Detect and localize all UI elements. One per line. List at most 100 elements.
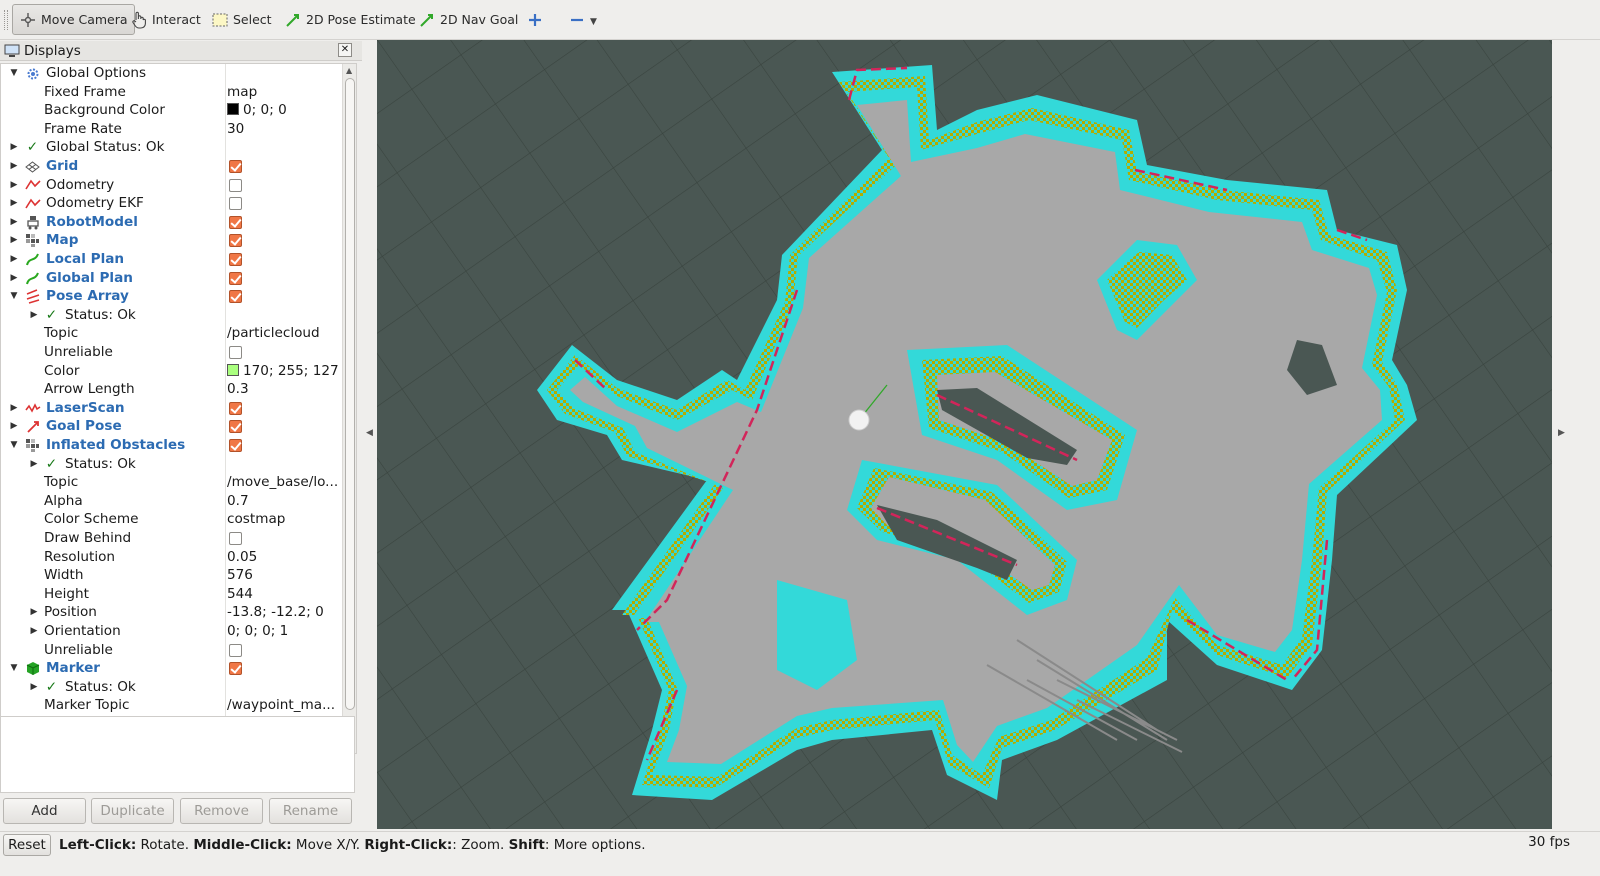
collapse-right-icon[interactable]: ▶ xyxy=(1558,428,1565,438)
tree-row-arrow-length[interactable]: Arrow Length 0.3 xyxy=(1,380,342,399)
expand-arrow-icon[interactable]: ▼ xyxy=(9,436,19,455)
row-value[interactable]: 30 xyxy=(227,120,342,139)
tree-row-grid[interactable]: ▶ Grid xyxy=(1,157,342,176)
duplicate-button[interactable]: Duplicate xyxy=(91,798,174,824)
tree-row-color-scheme[interactable]: Color Scheme costmap xyxy=(1,510,342,529)
grid-checkbox[interactable] xyxy=(229,160,242,173)
rename-button[interactable]: Rename xyxy=(269,798,352,824)
tree-row-orientation[interactable]: ▶ Orientation 0; 0; 0; 1 xyxy=(1,622,342,641)
marker-checkbox[interactable] xyxy=(229,662,242,676)
tree-row-alpha[interactable]: Alpha 0.7 xyxy=(1,492,342,511)
tree-row-inflated-status[interactable]: ▶ ✓ Status: Ok xyxy=(1,455,342,474)
tree-scrollbar[interactable]: ▲ ▼ xyxy=(342,64,356,753)
inflated-obstacles-checkbox[interactable] xyxy=(229,439,242,452)
robot-model-checkbox[interactable] xyxy=(229,215,242,229)
tree-row-marker-topic[interactable]: Marker Topic /waypoint_ma... xyxy=(1,696,342,715)
expand-arrow-icon[interactable]: ▶ xyxy=(9,269,19,288)
close-panel-button[interactable]: ✕ xyxy=(338,43,352,57)
tree-row-global-options[interactable]: ▼ Global Options xyxy=(1,64,342,83)
tree-row-width[interactable]: Width 576 xyxy=(1,566,342,585)
tree-row-resolution[interactable]: Resolution 0.05 xyxy=(1,548,342,567)
tree-row-local-plan[interactable]: ▶ Local Plan xyxy=(1,250,342,269)
tree-row-global-plan[interactable]: ▶ Global Plan xyxy=(1,269,342,288)
row-value[interactable]: /waypoint_ma... xyxy=(227,696,342,715)
expand-arrow-icon[interactable]: ▶ xyxy=(9,194,19,213)
remove-tool-dropdown[interactable]: ▼ xyxy=(562,4,603,35)
expand-arrow-icon[interactable]: ▶ xyxy=(9,213,19,232)
tree-row-pose-status[interactable]: ▶ ✓ Status: Ok xyxy=(1,306,342,325)
row-value[interactable]: map xyxy=(227,83,342,102)
tree-row-position[interactable]: ▶ Position -13.8; -12.2; 0 xyxy=(1,603,342,622)
tree-row-background-color[interactable]: Background Color 0; 0; 0 xyxy=(1,101,342,120)
tree-row-goal-pose[interactable]: ▶ Goal Pose xyxy=(1,417,342,436)
tree-row-inflated-topic[interactable]: Topic /move_base/lo... xyxy=(1,473,342,492)
expand-arrow-icon[interactable]: ▶ xyxy=(9,250,19,269)
expand-arrow-icon[interactable]: ▼ xyxy=(9,287,19,306)
tree-row-map[interactable]: ▶ Map xyxy=(1,231,342,250)
global-plan-checkbox[interactable] xyxy=(229,271,242,285)
tree-row-pose-topic[interactable]: Topic /particlecloud xyxy=(1,324,342,343)
tree-row-robot-model[interactable]: ▶ RobotModel xyxy=(1,213,342,232)
expand-arrow-icon[interactable]: ▶ xyxy=(29,455,39,474)
expand-arrow-icon[interactable]: ▶ xyxy=(9,231,19,250)
row-value[interactable]: 0.3 xyxy=(227,380,342,399)
expand-arrow-icon[interactable]: ▶ xyxy=(29,603,39,622)
move-camera-tool[interactable]: Move Camera xyxy=(12,4,135,35)
tree-row-pose-unreliable[interactable]: Unreliable xyxy=(1,343,342,362)
expand-arrow-icon[interactable]: ▶ xyxy=(9,417,19,436)
reset-button[interactable]: Reset xyxy=(3,834,51,856)
tree-row-fixed-frame[interactable]: Fixed Frame map xyxy=(1,83,342,102)
expand-arrow-icon[interactable]: ▶ xyxy=(9,138,19,157)
expand-arrow-icon[interactable]: ▶ xyxy=(9,399,19,418)
remove-button[interactable]: Remove xyxy=(180,798,263,824)
row-value[interactable]: costmap xyxy=(227,510,342,529)
draw-behind-checkbox[interactable] xyxy=(229,532,242,545)
tree-row-odometry[interactable]: ▶ Odometry xyxy=(1,176,342,195)
interact-tool[interactable]: Interact xyxy=(124,4,207,35)
row-value[interactable]: 170; 255; 127 xyxy=(227,362,342,381)
tree-row-laser-scan[interactable]: ▶ LaserScan xyxy=(1,399,342,418)
tree-row-inflated-obstacles[interactable]: ▼ Inflated Obstacles xyxy=(1,436,342,455)
tree-row-draw-behind[interactable]: Draw Behind xyxy=(1,529,342,548)
odometry-checkbox[interactable] xyxy=(229,178,242,192)
tree-row-pose-array[interactable]: ▼ Pose Array xyxy=(1,287,342,306)
map-canvas[interactable] xyxy=(377,40,1552,829)
row-value[interactable]: 0.7 xyxy=(227,492,342,511)
color-swatch[interactable] xyxy=(227,363,239,376)
tree-row-marker[interactable]: ▼ Marker xyxy=(1,659,342,678)
color-swatch[interactable] xyxy=(227,103,239,116)
tree-row-inflated-unreliable[interactable]: Unreliable xyxy=(1,641,342,660)
row-value[interactable]: /particlecloud xyxy=(227,324,342,343)
tree-row-frame-rate[interactable]: Frame Rate 30 xyxy=(1,120,342,139)
expand-arrow-icon[interactable]: ▼ xyxy=(9,64,19,83)
tree-row-odometry-ekf[interactable]: ▶ Odometry EKF xyxy=(1,194,342,213)
select-tool[interactable]: Select xyxy=(205,4,278,35)
pose-estimate-tool[interactable]: 2D Pose Estimate xyxy=(278,4,422,35)
expand-arrow-icon[interactable]: ▶ xyxy=(29,622,39,641)
laser-scan-checkbox[interactable] xyxy=(229,401,242,415)
map-checkbox[interactable] xyxy=(229,234,242,248)
goal-pose-checkbox[interactable] xyxy=(229,420,242,434)
expand-arrow-icon[interactable]: ▶ xyxy=(9,176,19,195)
collapse-left-icon[interactable]: ◀ xyxy=(366,428,373,438)
local-plan-checkbox[interactable] xyxy=(229,253,242,266)
tree-row-global-status[interactable]: ▶ ✓ Global Status: Ok xyxy=(1,138,342,157)
scroll-up-icon[interactable]: ▲ xyxy=(346,66,354,75)
tree-row-marker-status[interactable]: ▶ ✓ Status: Ok xyxy=(1,678,342,697)
expand-arrow-icon[interactable]: ▼ xyxy=(9,659,19,678)
tree-row-height[interactable]: Height 544 xyxy=(1,585,342,604)
expand-arrow-icon[interactable]: ▶ xyxy=(9,157,19,176)
unreliable-checkbox[interactable] xyxy=(229,643,242,657)
render-viewport[interactable] xyxy=(377,40,1552,829)
scrollbar-thumb[interactable] xyxy=(345,78,355,710)
add-button[interactable]: Add xyxy=(3,798,86,824)
expand-arrow-icon[interactable]: ▶ xyxy=(29,678,39,697)
row-value[interactable]: 0; 0; 0 xyxy=(227,101,342,120)
row-value[interactable]: /move_base/lo... xyxy=(227,473,342,492)
nav-goal-tool[interactable]: 2D Nav Goal xyxy=(412,4,524,35)
pose-array-checkbox[interactable] xyxy=(229,290,242,304)
odometry-ekf-checkbox[interactable] xyxy=(229,197,242,211)
toolbar-grip[interactable] xyxy=(4,10,8,30)
add-tool-button[interactable] xyxy=(520,4,554,35)
unreliable-checkbox[interactable] xyxy=(229,346,242,359)
